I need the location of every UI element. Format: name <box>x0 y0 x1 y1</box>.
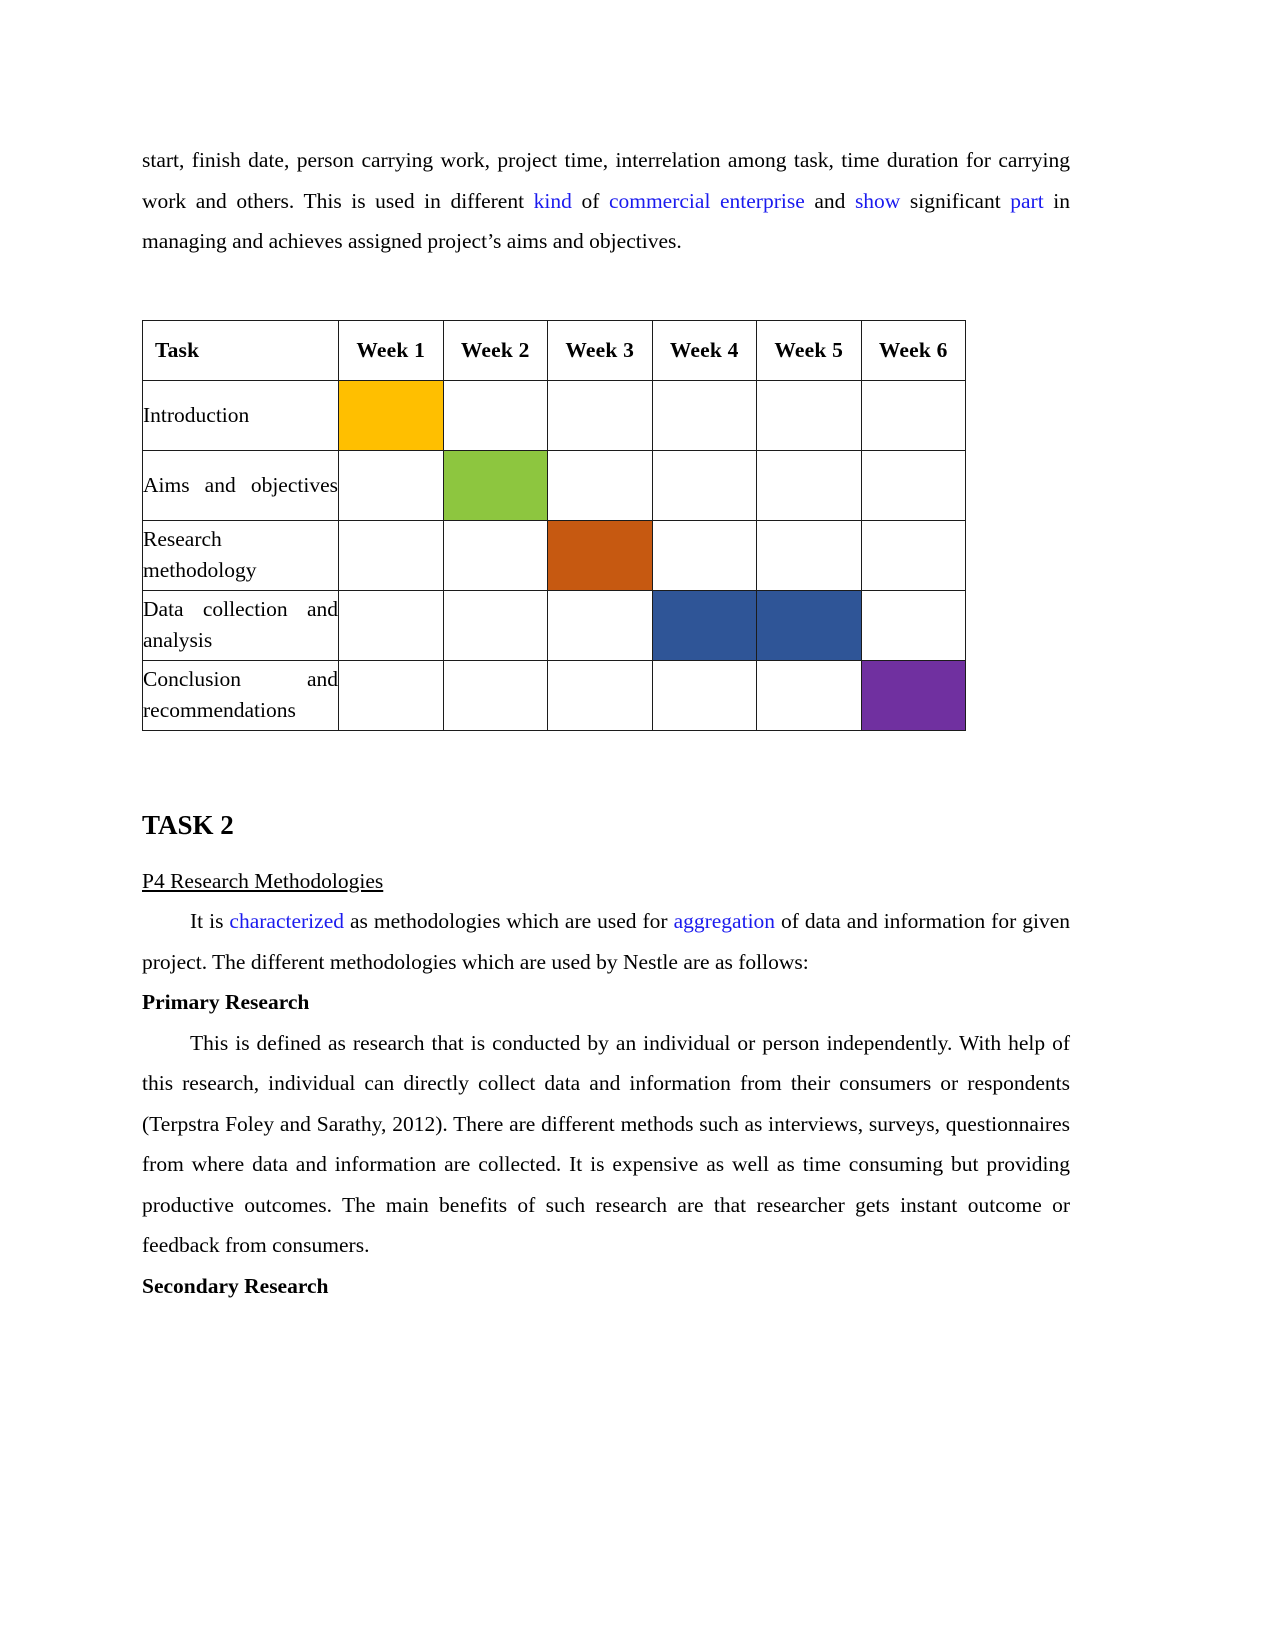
gantt-task-label-3: Data collection and analysis <box>142 589 339 661</box>
gantt-cell-0-4 <box>651 379 757 451</box>
gantt-chart-container: Task Week 1 Week 2 Week 3 Week 4 Week 5 … <box>142 319 966 731</box>
primary-research-paragraph: This is defined as research that is cond… <box>142 1030 1070 1258</box>
gantt-cell-1-3 <box>547 449 653 521</box>
gantt-cell-3-1 <box>338 589 444 661</box>
gantt-cell-4-1 <box>338 659 444 731</box>
highlighted-word-aggregation: aggregation <box>673 909 776 933</box>
highlighted-word-characterized: characterized <box>229 909 344 933</box>
gantt-cell-4-3 <box>547 659 653 731</box>
gantt-task-label-0: Introduction <box>142 379 339 451</box>
gantt-cell-4-6 <box>860 659 966 731</box>
gantt-cell-4-5 <box>756 659 862 731</box>
highlighted-word-part: part <box>1010 188 1044 213</box>
gantt-col-header-week-3: Week 3 <box>547 319 653 381</box>
gantt-cell-0-2 <box>442 379 548 451</box>
highlighted-phrase-commercial-enterprise: commercial enterprise <box>608 188 805 213</box>
gantt-cell-4-4 <box>651 659 757 731</box>
gantt-col-header-task: Task <box>142 319 339 381</box>
gantt-header-row: Task Week 1 Week 2 Week 3 Week 4 Week 5 … <box>142 319 966 381</box>
gantt-col-header-week-4: Week 4 <box>651 319 757 381</box>
gantt-cell-2-4 <box>651 519 757 591</box>
spacer-after-task2-heading <box>142 845 1070 861</box>
gantt-col-header-week-5: Week 5 <box>756 319 862 381</box>
intro-paragraph: start, finish date, person carrying work… <box>142 140 1070 262</box>
gantt-cell-1-4 <box>651 449 757 521</box>
gantt-cell-3-6 <box>860 589 966 661</box>
gantt-cell-3-2 <box>442 589 548 661</box>
gantt-cell-1-5 <box>756 449 862 521</box>
section-heading-secondary-research: Secondary Research <box>142 1273 329 1298</box>
table-row: Aims and objectives <box>142 449 966 521</box>
gantt-col-header-week-6: Week 6 <box>860 319 966 381</box>
task2-intro-segment-1: It is <box>190 909 230 933</box>
gantt-body: Introduction Aims and objectives Researc… <box>142 379 966 731</box>
intro-text-segment-2: of <box>571 188 609 213</box>
gantt-col-header-week-2: Week 2 <box>442 319 548 381</box>
table-row: Introduction <box>142 379 966 451</box>
gantt-cell-1-2 <box>442 449 548 521</box>
document-page: start, finish date, person carrying work… <box>0 0 1275 1651</box>
gantt-cell-0-5 <box>756 379 862 451</box>
gantt-chart-table: Task Week 1 Week 2 Week 3 Week 4 Week 5 … <box>142 319 966 731</box>
gantt-col-header-week-1: Week 1 <box>338 319 444 381</box>
intro-text-segment-3: and <box>804 188 855 213</box>
gantt-cell-2-6 <box>860 519 966 591</box>
gantt-cell-0-6 <box>860 379 966 451</box>
gantt-cell-3-3 <box>547 589 653 661</box>
page-title: TASK 2 <box>142 809 234 840</box>
gantt-cell-0-1 <box>338 379 444 451</box>
task2-intro-paragraph: It is characterized as methodologies whi… <box>142 901 1070 982</box>
spacer-before-task2 <box>142 731 1070 805</box>
gantt-cell-2-5 <box>756 519 862 591</box>
table-row: Conclusion and recommendations <box>142 659 966 731</box>
intro-text-segment-4: significant <box>900 188 1011 213</box>
gantt-cell-1-6 <box>860 449 966 521</box>
gantt-task-label-2: Research methodology <box>142 519 339 591</box>
gantt-task-label-4: Conclusion and recommendations <box>142 659 339 731</box>
gantt-task-label-1: Aims and objectives <box>142 449 339 521</box>
highlighted-word-show: show <box>854 188 901 213</box>
gantt-cell-0-3 <box>547 379 653 451</box>
gantt-cell-3-5 <box>756 589 862 661</box>
task2-intro-segment-2: as methodologies which are used for <box>344 909 674 933</box>
gantt-cell-3-4 <box>651 589 757 661</box>
highlighted-word-kind: kind <box>533 188 572 213</box>
gantt-cell-4-2 <box>442 659 548 731</box>
section-subheading-p4: P4 Research Methodologies <box>142 868 384 893</box>
section-heading-primary-research: Primary Research <box>142 990 310 1014</box>
gantt-cell-2-3 <box>547 519 653 591</box>
table-row: Research methodology <box>142 519 966 591</box>
gantt-cell-1-1 <box>338 449 444 521</box>
gantt-cell-2-2 <box>442 519 548 591</box>
table-row: Data collection and analysis <box>142 589 966 661</box>
gantt-cell-2-1 <box>338 519 444 591</box>
